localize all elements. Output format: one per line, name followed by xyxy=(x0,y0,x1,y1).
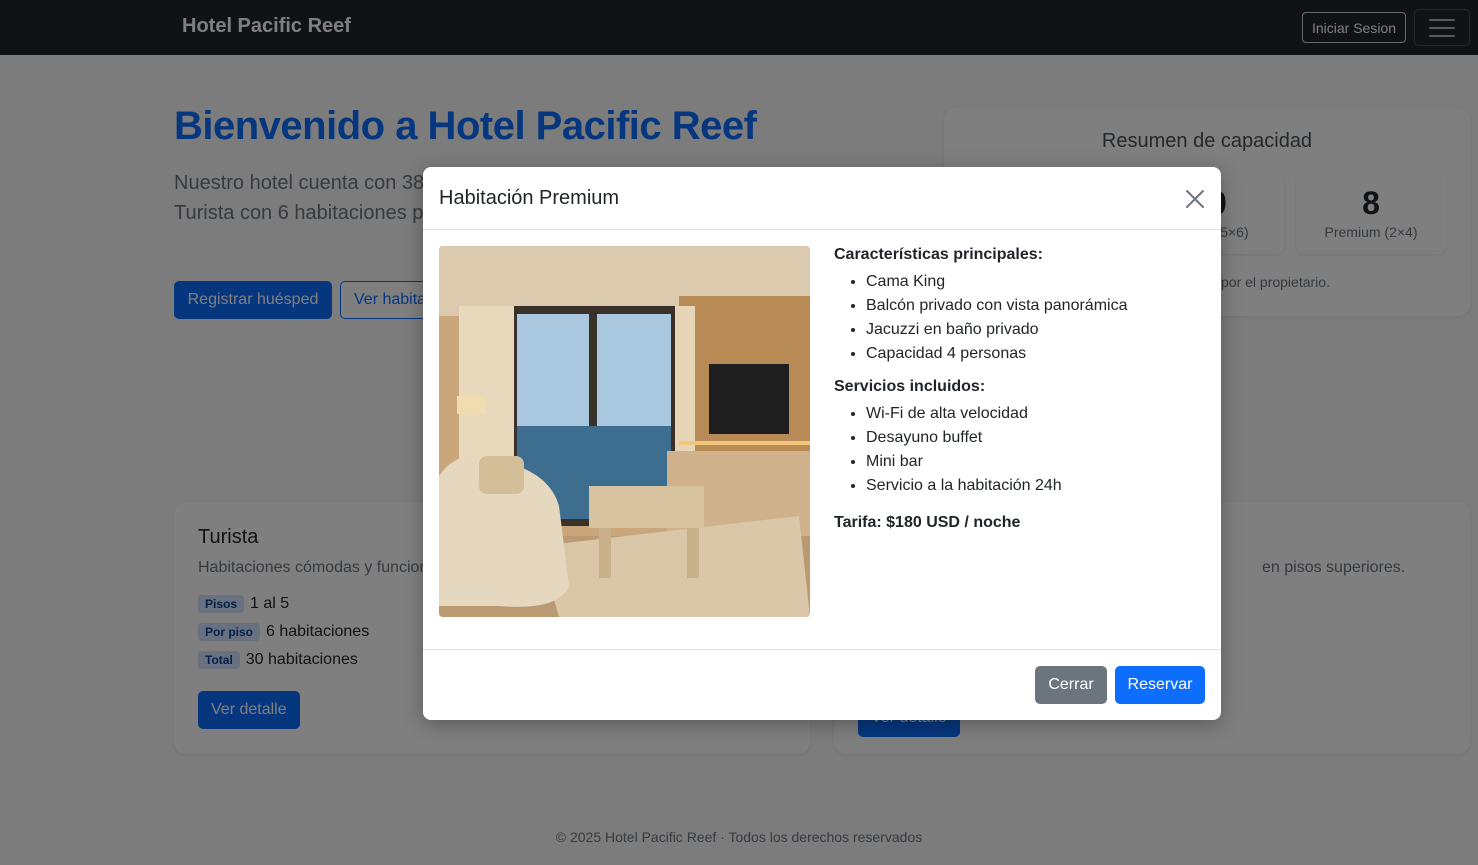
list-item: Mini bar xyxy=(866,450,1204,474)
list-item: Balcón privado con vista panorámica xyxy=(866,294,1204,318)
list-item: Capacidad 4 personas xyxy=(866,342,1204,366)
modal-body: Características principales: Cama King B… xyxy=(423,230,1221,650)
room-image xyxy=(439,246,810,617)
modal-header: Habitación Premium xyxy=(423,167,1221,230)
features-heading: Características principales: xyxy=(834,246,1043,263)
list-item: Servicio a la habitación 24h xyxy=(866,474,1204,498)
modal-footer: Cerrar Reservar xyxy=(423,649,1221,720)
room-details: Características principales: Cama King B… xyxy=(834,246,1204,532)
list-item: Desayuno buffet xyxy=(866,426,1204,450)
services-list: Wi-Fi de alta velocidad Desayuno buffet … xyxy=(834,402,1204,498)
close-icon[interactable] xyxy=(1183,187,1207,211)
room-detail-modal: Habitación Premium Características princ… xyxy=(423,167,1221,720)
close-button[interactable]: Cerrar xyxy=(1035,666,1107,704)
modal-title: Habitación Premium xyxy=(439,187,620,209)
list-item: Jacuzzi en baño privado xyxy=(866,318,1204,342)
list-item: Wi-Fi de alta velocidad xyxy=(866,402,1204,426)
list-item: Cama King xyxy=(866,270,1204,294)
services-heading: Servicios incluidos: xyxy=(834,378,986,395)
reserve-button[interactable]: Reservar xyxy=(1115,666,1205,704)
room-rate: Tarifa: $180 USD / noche xyxy=(834,514,1021,531)
features-list: Cama King Balcón privado con vista panor… xyxy=(834,270,1204,366)
